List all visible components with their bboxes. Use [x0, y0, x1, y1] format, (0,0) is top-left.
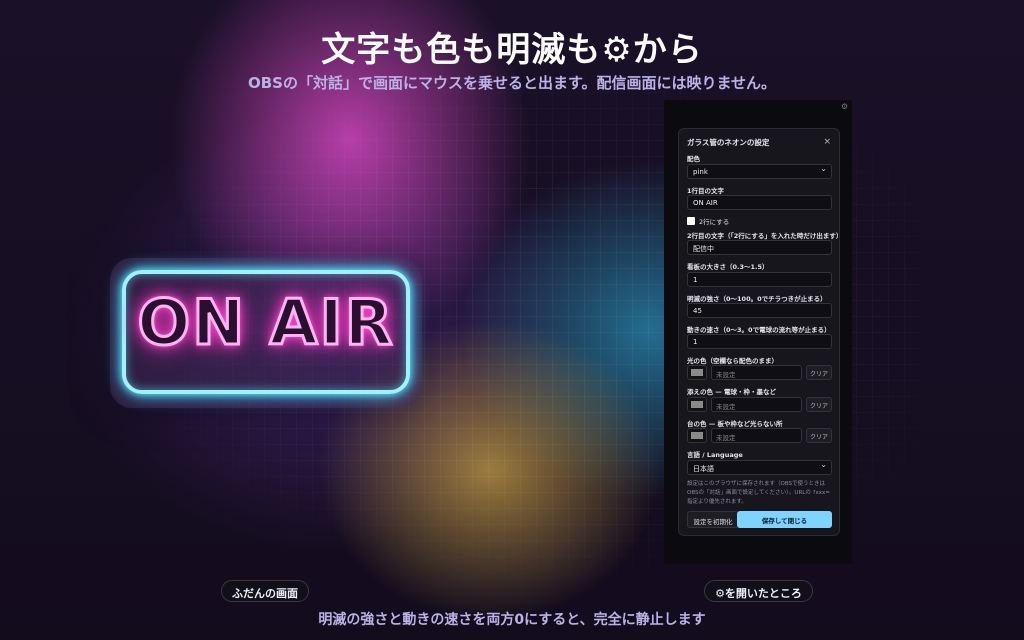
speed-input[interactable]: 1: [687, 334, 832, 349]
line1-input[interactable]: ON AIR: [687, 195, 832, 210]
light-color-label: 光の色（空欄なら配色のまま）: [687, 357, 778, 365]
speed-label: 動きの速さ（0〜3。0で電球の流れ等が止まる）: [687, 326, 831, 334]
accent-color-clear-button[interactable]: クリア: [806, 397, 832, 412]
page-subtitle: OBSの「対話」で画面にマウスを乗せると出ます。配信画面には映りません。: [247, 74, 777, 92]
gear-icon[interactable]: ⚙: [841, 102, 848, 111]
language-label: 言語 / Language: [687, 451, 743, 459]
save-and-close-button[interactable]: 保存して閉じる: [737, 511, 832, 528]
line1-label: 1行目の文字: [687, 187, 725, 195]
close-icon[interactable]: ×: [823, 137, 831, 147]
base-color-swatch[interactable]: [687, 428, 707, 443]
two-lines-checkbox[interactable]: [687, 217, 695, 225]
size-input[interactable]: 1: [687, 272, 832, 287]
language-select[interactable]: 日本語: [687, 460, 832, 475]
page-title: 文字も色も明滅も⚙から: [321, 30, 703, 70]
light-color-clear-button[interactable]: クリア: [806, 365, 832, 380]
accent-color-swatch[interactable]: [687, 397, 707, 412]
blink-label: 明滅の強さ（0〜100。0でチラつきが止まる）: [687, 295, 827, 303]
caption-normal-screen: ふだんの画面: [221, 580, 309, 602]
base-color-label: 台の色 — 板や枠など光らない所: [687, 420, 783, 428]
light-color-swatch[interactable]: [687, 365, 707, 380]
size-label: 看板の大きさ（0.3〜1.5）: [687, 263, 769, 271]
line2-label: 2行目の文字（「2行にする」を入れた時だけ出ます）: [687, 232, 843, 240]
neon-sign: ON AIR: [110, 258, 422, 408]
base-color-input[interactable]: 未設定: [711, 428, 802, 443]
footer-note: 明滅の強さと動きの速さを両方0にすると、完全に静止します: [318, 612, 706, 628]
base-color-clear-button[interactable]: クリア: [806, 428, 832, 443]
neon-sign-text: ON AIR: [136, 285, 395, 361]
accent-color-input[interactable]: 未設定: [711, 397, 802, 412]
blink-input[interactable]: 45: [687, 303, 832, 318]
settings-panel: ガラス管のネオンの設定 × 配色 pink 1行目の文字 ON AIR 2行にす…: [678, 128, 843, 536]
light-color-input[interactable]: 未設定: [711, 365, 802, 380]
accent-color-label: 添えの色 — 電球・枠・墨など: [687, 388, 777, 396]
caption-settings-open: ⚙を開いたところ: [704, 580, 813, 602]
panel-title: ガラス管のネオンの設定: [687, 138, 770, 147]
line2-input[interactable]: 配信中: [687, 240, 832, 255]
color-scheme-select[interactable]: pink: [687, 164, 832, 179]
color-scheme-label: 配色: [687, 155, 700, 163]
reset-settings-button[interactable]: 設定を初期化: [687, 511, 739, 528]
settings-note: 設定はこのブラウザに保存されます（OBSで使うときはOBSの「対話」画面で設定し…: [687, 481, 830, 505]
two-lines-label: 2行にする: [699, 218, 730, 226]
